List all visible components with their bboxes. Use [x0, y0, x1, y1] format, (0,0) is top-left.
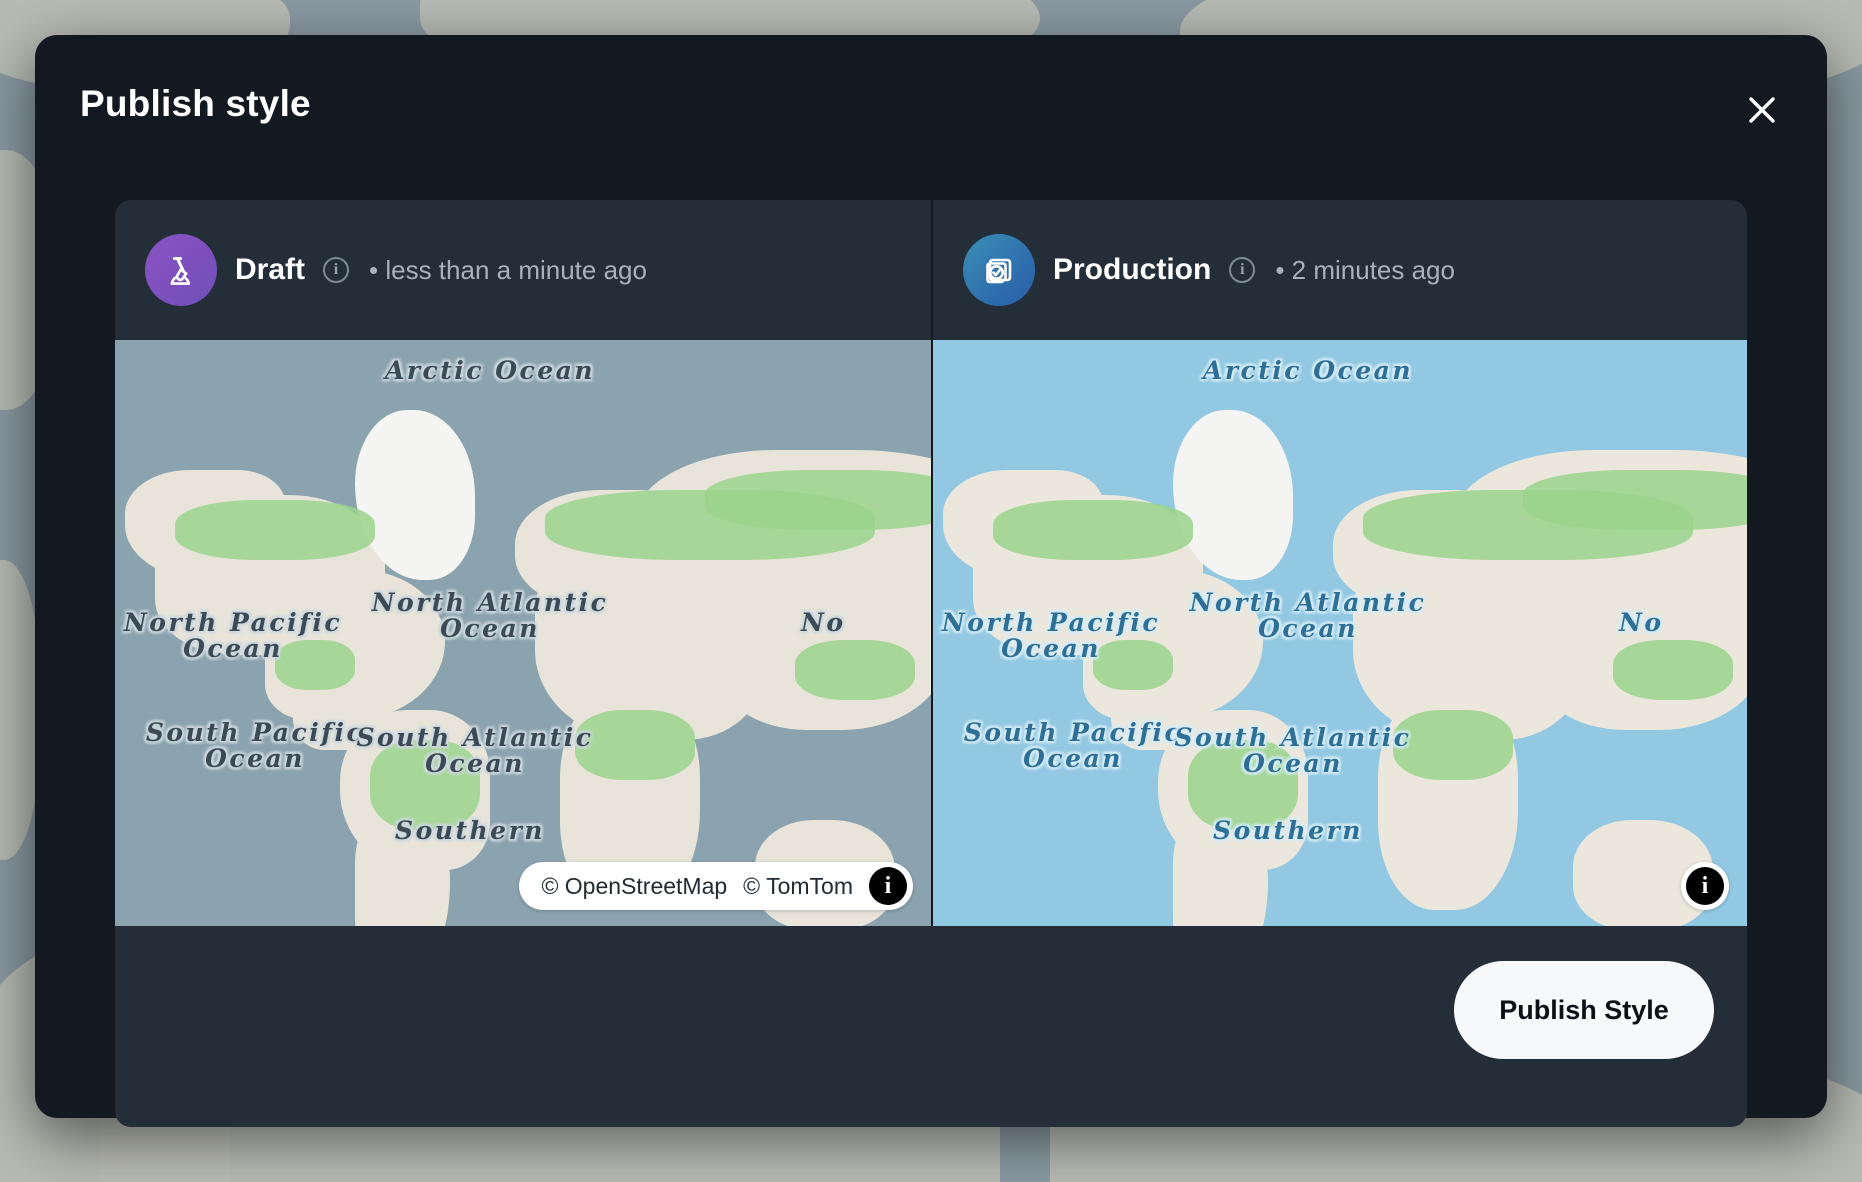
background-landmass [0, 560, 40, 860]
openstreetmap-credit[interactable]: © OpenStreetMap [541, 873, 727, 900]
attribution-info-icon[interactable]: i [1686, 867, 1724, 905]
map-vegetation [275, 640, 355, 690]
draft-info-icon[interactable]: i [323, 257, 350, 283]
map-vegetation [370, 740, 480, 830]
ocean-label: Arctic Ocean [1202, 356, 1414, 385]
shovel-icon [145, 234, 217, 306]
map-vegetation [575, 710, 695, 780]
ocean-label: Arctic Ocean [384, 356, 596, 385]
production-info-icon[interactable]: i [1229, 257, 1256, 283]
production-map-preview[interactable]: Arctic Ocean North Pacific Ocean North A… [933, 340, 1747, 926]
attribution-info-icon[interactable]: i [869, 867, 907, 905]
environment-name-draft: Draft [235, 253, 306, 286]
production-header: Production i • 2 minutes ago [933, 200, 1747, 340]
environment-pane-draft: Draft i • less than a minute ago Arctic … [115, 200, 931, 926]
draft-header: Draft i • less than a minute ago [115, 200, 931, 340]
draft-map-preview[interactable]: Arctic Ocean North Pacific Ocean North A… [115, 340, 931, 926]
draft-timestamp: • less than a minute ago [369, 254, 647, 285]
map-vegetation [1523, 470, 1747, 530]
environment-comparison-card: Draft i • less than a minute ago Arctic … [115, 200, 1747, 1127]
modal-header: Publish style [35, 35, 1827, 165]
map-vegetation [1613, 640, 1733, 700]
map-attribution: © OpenStreetMap © TomTom i [519, 862, 913, 910]
map-vegetation [175, 500, 375, 560]
environment-name-production: Production [1053, 253, 1212, 286]
document-check-icon [963, 234, 1035, 306]
draft-map-canvas: Arctic Ocean North Pacific Ocean North A… [115, 340, 931, 926]
map-vegetation [1093, 640, 1173, 690]
map-vegetation [993, 500, 1193, 560]
environment-pane-production: Production i • 2 minutes ago Arctic Ocea… [931, 200, 1747, 926]
map-vegetation [705, 470, 931, 530]
map-vegetation [1393, 710, 1513, 780]
production-map-canvas: Arctic Ocean North Pacific Ocean North A… [933, 340, 1747, 926]
environment-panes: Draft i • less than a minute ago Arctic … [115, 200, 1747, 926]
close-icon[interactable] [1740, 88, 1784, 132]
card-footer: Publish Style [115, 926, 1747, 1127]
tomtom-credit[interactable]: © TomTom [743, 873, 853, 900]
page-title: Publish style [80, 83, 311, 124]
publish-style-modal: Publish style Draft i • less than a minu… [35, 35, 1827, 1127]
map-info-button[interactable]: i [1681, 862, 1729, 910]
map-vegetation [795, 640, 915, 700]
publish-style-button[interactable]: Publish Style [1454, 961, 1714, 1059]
production-timestamp: • 2 minutes ago [1275, 254, 1455, 285]
map-vegetation [1188, 740, 1298, 830]
